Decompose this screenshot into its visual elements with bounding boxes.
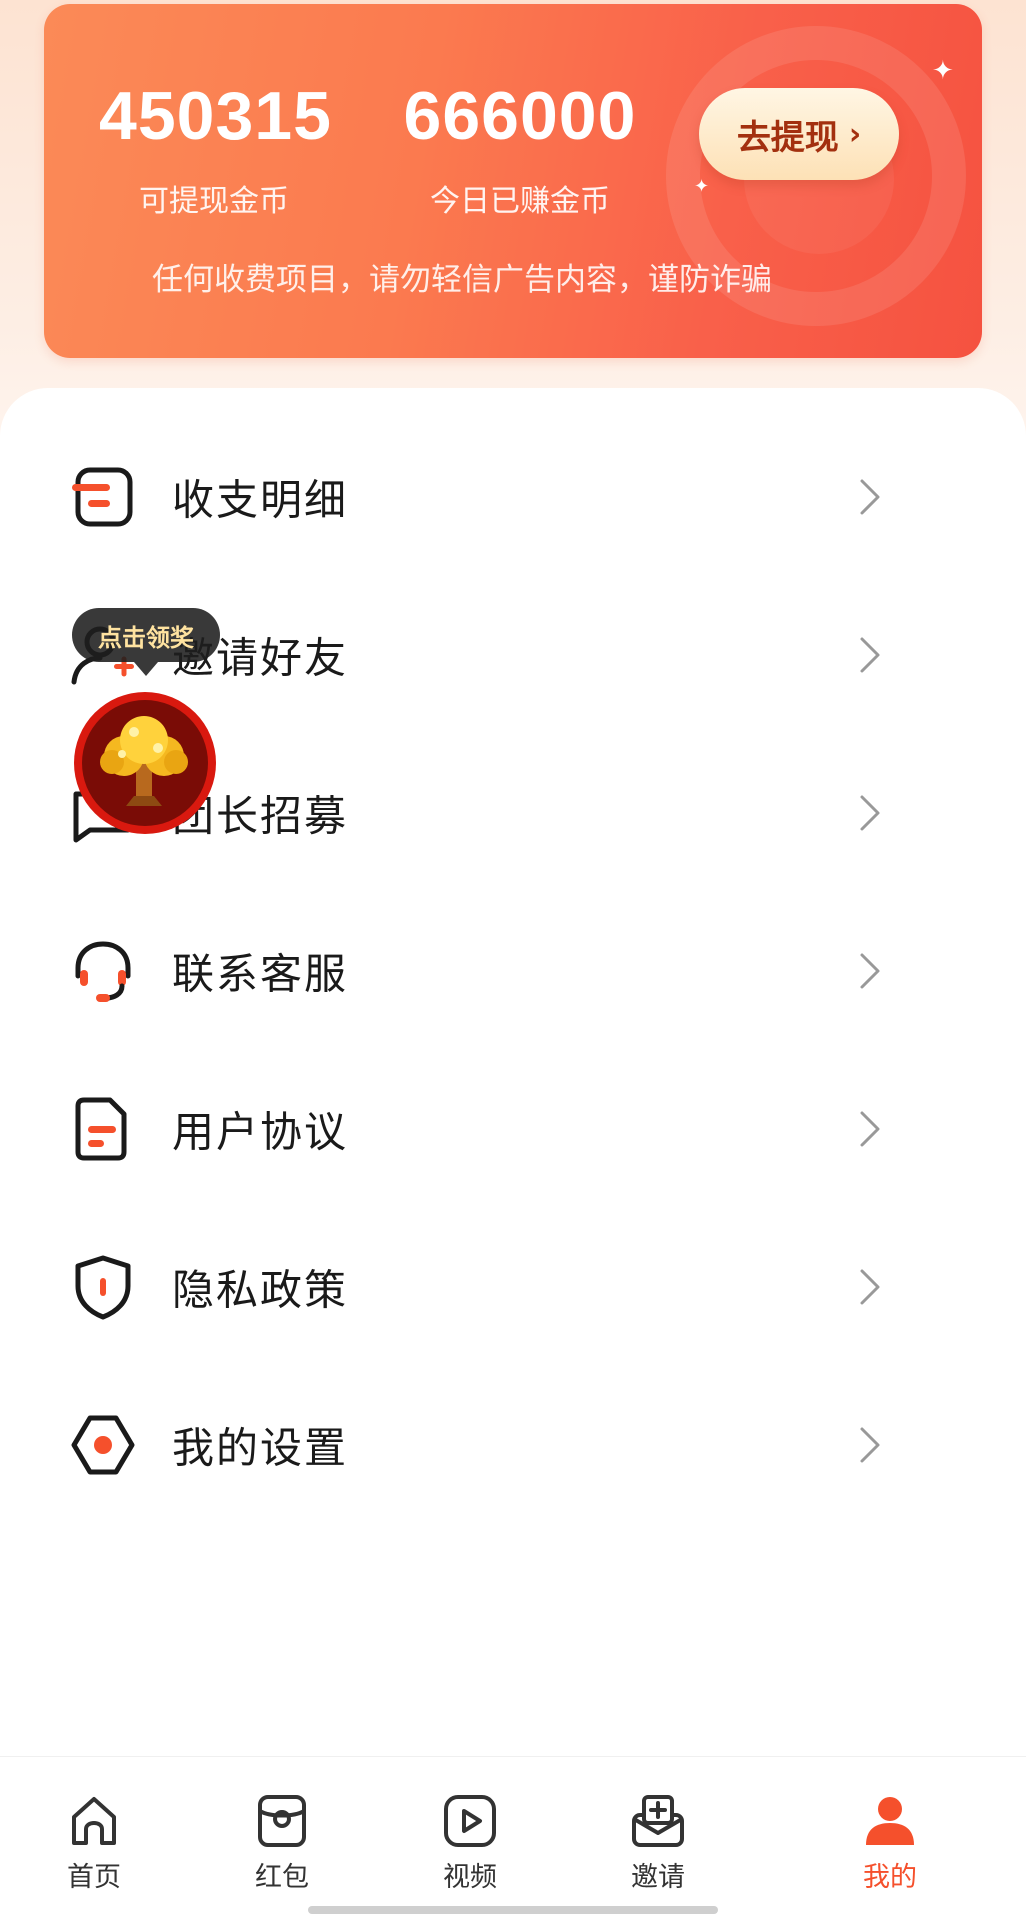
today-coins-value: 666000 (403, 78, 637, 154)
tab-label: 首页 (67, 1862, 121, 1893)
bottom-tab-bar: 首页 红包 视频 邀请 我的 (0, 1756, 1026, 1920)
menu-item-label: 用户协议 (172, 1107, 349, 1157)
chevron-right-icon (860, 1427, 880, 1463)
money-tree-icon (100, 716, 188, 806)
chevron-right-icon (860, 637, 880, 673)
tab-label: 邀请 (631, 1862, 685, 1893)
tab-invite[interactable]: 邀请 (598, 1757, 718, 1897)
chevron-right-icon (860, 795, 880, 831)
withdraw-button[interactable]: 去提现 › (699, 88, 899, 180)
menu-item-my-settings[interactable]: 我的设置 (0, 1366, 1026, 1524)
withdrawable-coins-stat: 450315 可提现金币 (99, 76, 332, 220)
withdrawable-coins-label: 可提现金币 (139, 184, 289, 219)
menu-item-label: 收支明细 (172, 475, 349, 525)
claim-reward-bubble[interactable]: 点击领奖 (72, 608, 220, 676)
today-coins-stat: 666000 今日已赚金币 (380, 76, 660, 220)
tab-label: 我的 (863, 1862, 917, 1893)
video-icon (444, 1795, 496, 1847)
document-icon (75, 1097, 127, 1161)
withdraw-button-label: 去提现 (736, 117, 839, 158)
chevron-right-icon (860, 1111, 880, 1147)
menu-panel: 收支明细 邀请好友 团长招募 联系客服 用户协议 隐私政策 我的设置 (0, 388, 1026, 1758)
tab-red-packet[interactable]: 红包 (222, 1757, 342, 1897)
chevron-right-icon (860, 953, 880, 989)
ledger-icon (72, 467, 133, 527)
menu-item-income-details[interactable]: 收支明细 (0, 418, 1026, 576)
menu-item-label: 隐私政策 (172, 1265, 349, 1315)
sparkle-icon: ✦ (694, 176, 710, 197)
profile-icon (866, 1797, 914, 1845)
home-indicator[interactable] (308, 1906, 718, 1914)
menu-item-label: 我的设置 (172, 1423, 349, 1473)
headset-icon (75, 941, 131, 1002)
menu-item-user-agreement[interactable]: 用户协议 (0, 1050, 1026, 1208)
tab-label: 红包 (255, 1862, 309, 1893)
chevron-right-icon (860, 479, 880, 515)
red-packet-icon (258, 1795, 306, 1847)
today-coins-label: 今日已赚金币 (430, 184, 610, 219)
tab-label: 视频 (443, 1862, 497, 1893)
sparkle-icon: ✦ (932, 56, 954, 86)
chevron-right-icon: › (848, 116, 862, 152)
money-tree-button[interactable] (74, 692, 216, 834)
tab-home[interactable]: 首页 (34, 1757, 154, 1897)
invite-icon (632, 1795, 684, 1847)
chevron-right-icon (860, 1269, 880, 1305)
tab-mine[interactable]: 我的 (830, 1757, 950, 1897)
withdrawable-coins-value: 450315 (99, 78, 332, 154)
wallet-card: 450315 可提现金币 666000 今日已赚金币 去提现 › ✦ ✦ 任何收… (44, 4, 982, 358)
shield-icon (75, 1255, 131, 1320)
menu-item-customer-service[interactable]: 联系客服 (0, 892, 1026, 1050)
menu-item-privacy-policy[interactable]: 隐私政策 (0, 1208, 1026, 1366)
home-icon (72, 1797, 116, 1845)
menu-item-label: 联系客服 (172, 949, 349, 999)
tab-video[interactable]: 视频 (410, 1757, 530, 1897)
claim-reward-label: 点击领奖 (98, 623, 194, 652)
settings-icon (71, 1415, 135, 1475)
anti-fraud-notice: 任何收费项目，请勿轻信广告内容，谨防诈骗 (152, 262, 772, 298)
